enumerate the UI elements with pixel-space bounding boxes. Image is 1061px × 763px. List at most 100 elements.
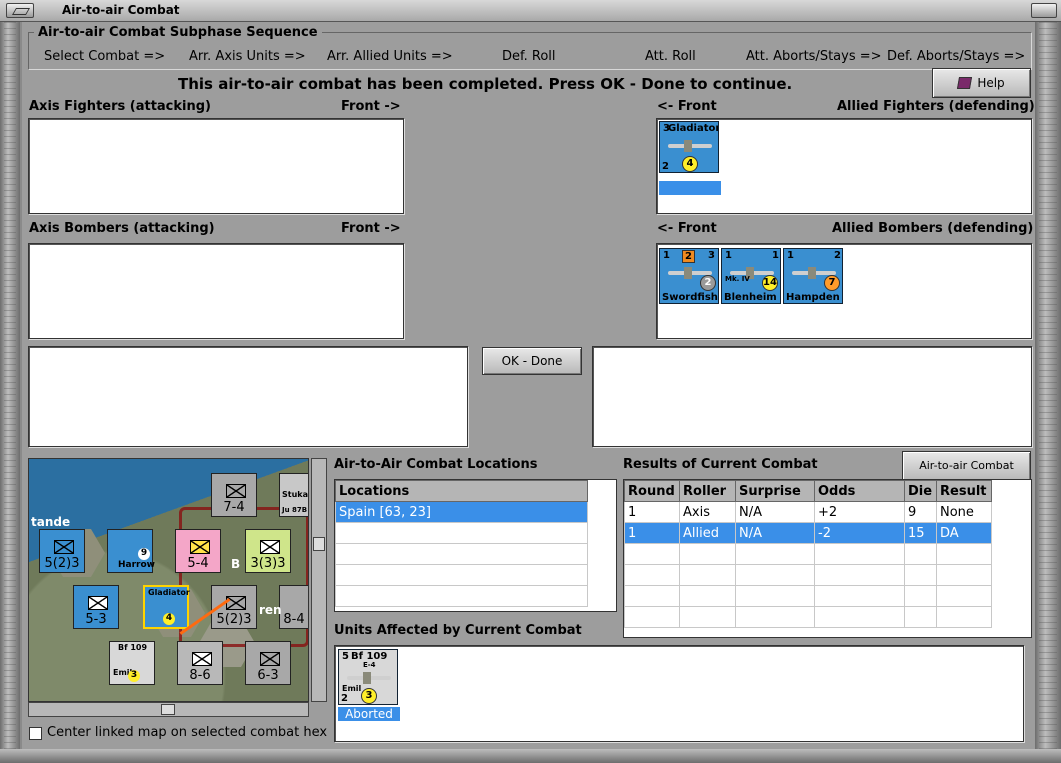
- title-bar: Air-to-air Combat: [0, 0, 1061, 22]
- axis-bombers-label: Axis Bombers (attacking): [29, 221, 215, 236]
- linked-map[interactable]: 7-4 5(2)3 Harrow 9 5-4 3(3)3 5-3 Gladiato…: [28, 458, 309, 702]
- allied-fighters-label: Allied Fighters (defending): [837, 99, 1035, 114]
- results-header: Die: [904, 480, 937, 502]
- subphase-sequence-title: Air-to-air Combat Subphase Sequence: [34, 25, 322, 40]
- aircraft-icon: [347, 672, 391, 684]
- unit-top-right: 2: [834, 250, 841, 261]
- unit-bottom-left: 2: [341, 693, 348, 704]
- unit-counter-swordfish[interactable]: 1 2 3 2 Swordfish: [659, 248, 719, 304]
- unit-counter-bf109[interactable]: 5 Bf 109 E-4 Emil 2 3: [338, 649, 398, 705]
- results-header: Result: [936, 480, 992, 502]
- help-button[interactable]: Help: [932, 68, 1031, 98]
- table-row: 1 Axis N/A +2 9 None: [624, 501, 992, 523]
- map-counter[interactable]: 6-3: [245, 641, 291, 685]
- map-counter[interactable]: Bf 109 Emil 3: [109, 641, 155, 685]
- infantry-symbol: [260, 540, 280, 554]
- unit-counter-gladiator[interactable]: 3 Gladiator 2 4: [659, 121, 719, 173]
- location-row[interactable]: Spain [63, 23]: [335, 501, 588, 523]
- center-map-label: Center linked map on selected combat hex: [47, 725, 328, 740]
- map-counter[interactable]: 8-6: [177, 641, 223, 685]
- unit-strength-dot: 14: [762, 275, 778, 291]
- map-vertical-scrollbar[interactable]: [311, 458, 327, 702]
- infantry-symbol: [226, 484, 246, 498]
- unit-nickname: Emil: [342, 684, 362, 693]
- axis-bombers-box[interactable]: [28, 243, 404, 339]
- unit-name: Swordfish: [662, 292, 718, 303]
- results-header: Round: [624, 480, 680, 502]
- map-counter[interactable]: Stuka Ju 87B: [279, 473, 308, 517]
- unit-strength-dot: 2: [700, 275, 716, 291]
- map-counter-selected[interactable]: Gladiator 4: [143, 585, 190, 629]
- unit-strength-dot: 7: [824, 275, 840, 291]
- status-message: This air-to-air combat has been complete…: [178, 75, 793, 93]
- map-place-label: ren: [259, 603, 282, 617]
- axis-bombers-front-label: Front ->: [341, 221, 401, 236]
- allied-bombers-front-label: <- Front: [657, 221, 717, 236]
- unit-counter-blenheim[interactable]: 1 1 Mk. IV 14 Blenheim: [721, 248, 781, 304]
- map-counter[interactable]: 5-3: [73, 585, 119, 629]
- unit-status-aborted: Aborted: [338, 707, 400, 721]
- affected-units-box[interactable]: 5 Bf 109 E-4 Emil 2 3 Aborted: [334, 645, 1024, 742]
- map-horizontal-scrollbar[interactable]: [28, 702, 309, 717]
- step-def-roll: Def. Roll: [502, 49, 556, 64]
- scroll-thumb[interactable]: [161, 704, 175, 715]
- unit-subtype: Mk. IV: [725, 275, 750, 283]
- infantry-symbol: [54, 540, 74, 554]
- map-counter[interactable]: 5-4: [175, 529, 221, 573]
- unit-name: Blenheim: [724, 292, 777, 303]
- unit-strength-dot: 4: [682, 156, 698, 172]
- map-counter[interactable]: 8-4: [279, 585, 308, 629]
- results-title: Results of Current Combat: [623, 457, 818, 472]
- step-select-combat: Select Combat =>: [44, 49, 166, 64]
- infantry-symbol: [192, 652, 212, 666]
- scroll-thumb[interactable]: [313, 537, 325, 551]
- map-counter[interactable]: Harrow 9: [107, 529, 155, 573]
- unit-top-right: 3: [708, 250, 715, 261]
- unit-bottom-left: 2: [662, 161, 669, 172]
- unit-top-right: 1: [772, 250, 779, 261]
- allied-fighters-box[interactable]: 3 Gladiator 2 4: [656, 118, 1032, 214]
- map-counter[interactable]: 5(2)3: [39, 529, 85, 573]
- window-title: Air-to-air Combat: [62, 3, 180, 17]
- step-arrange-allied: Arr. Allied Units =>: [327, 49, 453, 64]
- step-att-roll: Att. Roll: [645, 49, 696, 64]
- locations-title: Air-to-Air Combat Locations: [334, 457, 538, 472]
- help-button-label: Help: [977, 76, 1005, 90]
- map-place-label: B: [231, 557, 241, 571]
- results-header: Roller: [679, 480, 736, 502]
- aircraft-icon: [668, 140, 712, 152]
- unit-counter-hampden[interactable]: 1 2 7 Hampden: [783, 248, 843, 304]
- location-row-empty: [335, 543, 588, 565]
- table-row-selected: 1 Allied N/A -2 15 DA: [624, 522, 992, 544]
- help-book-icon: [957, 77, 973, 89]
- axis-results-box: [28, 346, 468, 447]
- allied-results-box: [592, 346, 1032, 447]
- locations-header: Locations: [335, 480, 588, 502]
- close-button[interactable]: [1031, 3, 1057, 18]
- map-counter[interactable]: 7-4: [211, 473, 257, 517]
- locations-table[interactable]: Locations Spain [63, 23]: [334, 479, 617, 612]
- infantry-symbol: [190, 540, 210, 554]
- allied-bombers-box[interactable]: 1 2 3 2 Swordfish 1 1 Mk. IV 14 Blenheim…: [656, 243, 1032, 339]
- mountain-symbol: [88, 596, 108, 610]
- step-att-aborts: Att. Aborts/Stays =>: [746, 49, 882, 64]
- step-def-aborts: Def. Aborts/Stays =>: [887, 49, 1026, 64]
- map-place-label: tande: [31, 515, 71, 529]
- left-frame: [0, 22, 20, 763]
- selection-bar: [659, 181, 721, 195]
- bottom-frame: [0, 749, 1061, 763]
- air-combat-chart-button[interactable]: Air-to-air Combat Chart: [902, 451, 1031, 500]
- unit-badge: 2: [682, 250, 695, 263]
- results-table[interactable]: Round Roller Surprise Odds Die Result 1A…: [623, 479, 1032, 638]
- step-arrange-axis: Arr. Axis Units =>: [189, 49, 306, 64]
- unit-strength-dot: 3: [361, 688, 377, 704]
- ok-done-button[interactable]: OK - Done: [482, 347, 582, 375]
- system-menu-button[interactable]: [6, 3, 34, 18]
- unit-subtype: E-4: [363, 661, 376, 669]
- location-row-empty: [335, 585, 588, 607]
- map-counter[interactable]: 3(3)3: [245, 529, 291, 573]
- unit-name: Hampden: [786, 292, 840, 303]
- center-map-checkbox[interactable]: [29, 727, 42, 740]
- axis-fighters-box[interactable]: [28, 118, 404, 214]
- unit-top-left: 1: [663, 250, 670, 261]
